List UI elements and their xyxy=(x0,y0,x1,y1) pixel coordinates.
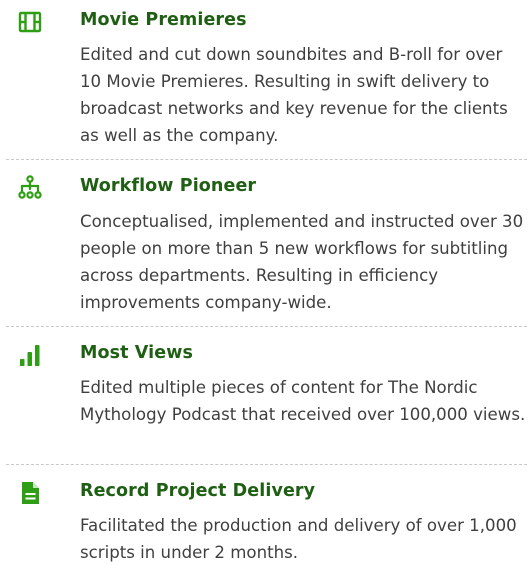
achievement-description: Edited and cut down soundbites and B-rol… xyxy=(80,45,508,145)
achievement-description: Facilitated the production and delivery … xyxy=(80,516,517,562)
achievement-title: Most Views xyxy=(80,343,193,363)
achievement-title: Record Project Delivery xyxy=(80,481,316,501)
achievement-description: Conceptualised, implemented and instruct… xyxy=(80,212,524,312)
achievement-description: Edited multiple pieces of content for Th… xyxy=(80,378,526,424)
divider xyxy=(6,326,527,327)
document-icon xyxy=(22,482,39,504)
achievements-list: Movie Premieres Edited and cut down soun… xyxy=(0,0,531,575)
divider xyxy=(6,159,527,160)
sitemap-icon xyxy=(18,175,42,199)
achievement-title: Workflow Pioneer xyxy=(80,176,257,196)
film-icon xyxy=(18,11,42,33)
bar-chart-icon xyxy=(20,345,40,366)
divider xyxy=(6,464,527,465)
achievement-title: Movie Premieres xyxy=(80,10,247,30)
